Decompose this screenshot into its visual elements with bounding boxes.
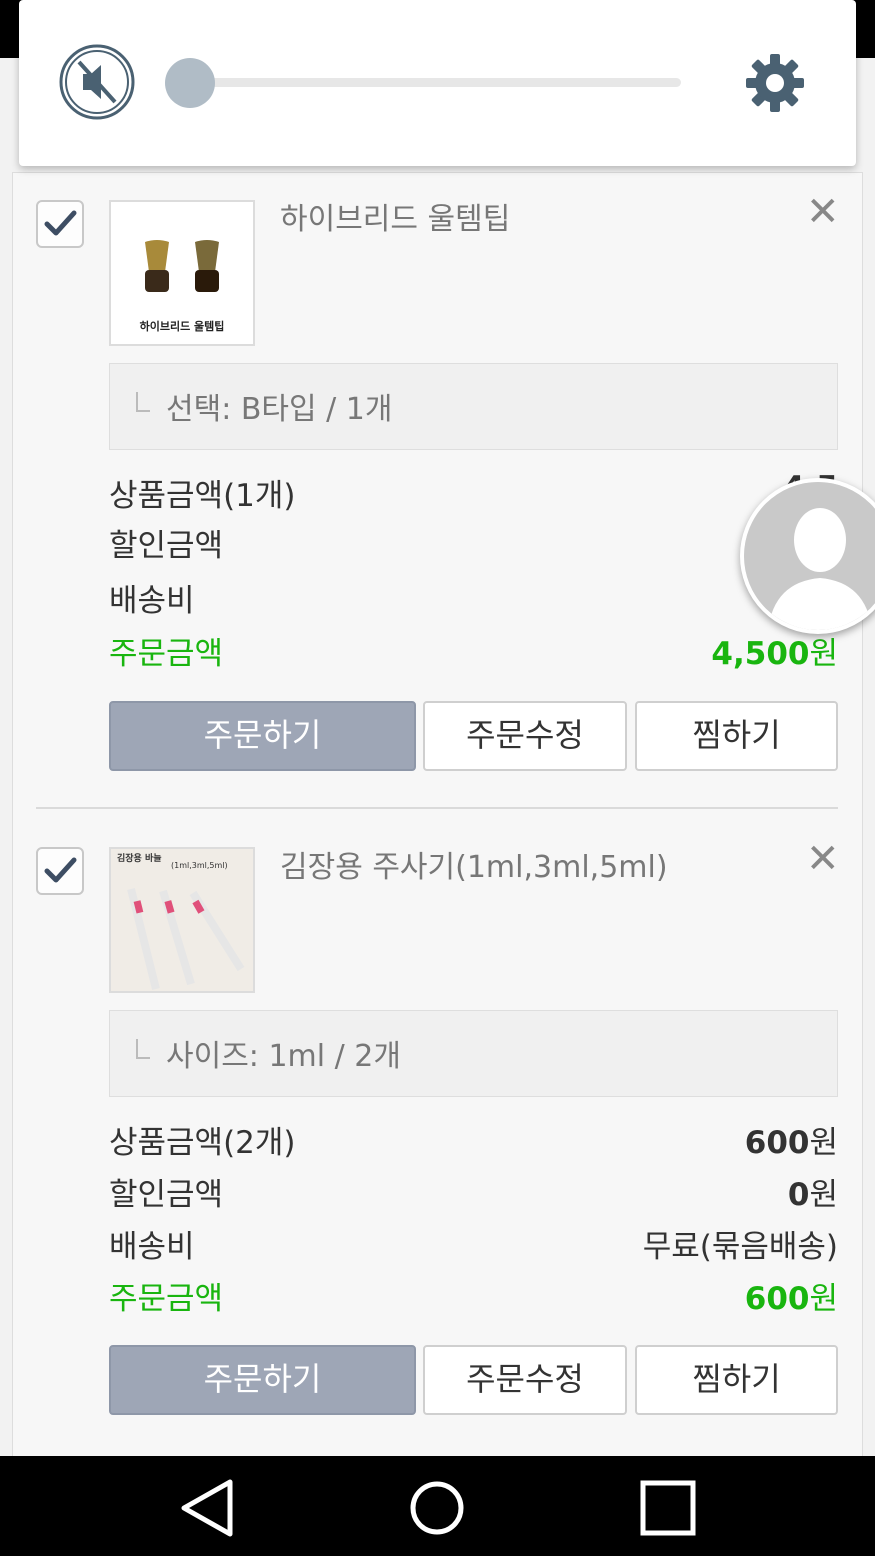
- recents-icon[interactable]: [628, 1476, 708, 1540]
- product-title[interactable]: 김장용 주사기(1ml,3ml,5ml): [280, 842, 668, 886]
- edit-order-button[interactable]: 주문수정: [423, 1345, 627, 1415]
- order-total-label: 주문금액: [109, 636, 224, 672]
- close-icon[interactable]: ✕: [806, 192, 840, 232]
- back-icon[interactable]: [168, 1476, 248, 1540]
- wishlist-button[interactable]: 찜하기: [635, 701, 838, 771]
- volume-slider-thumb[interactable]: [165, 58, 215, 108]
- shipping-label: 배송비: [109, 583, 195, 619]
- product-image[interactable]: 김장용 바늘 (1ml,3ml,5ml): [109, 847, 255, 993]
- discount-row: 할인금액 0원: [109, 1169, 838, 1213]
- checkmark-icon: [44, 210, 77, 236]
- order-total-label: 주문금액: [109, 1281, 224, 1317]
- discount-row: 할인금액: [109, 520, 838, 564]
- order-button[interactable]: 주문하기: [109, 701, 416, 771]
- product-image[interactable]: 하이브리드 울템팁: [109, 200, 255, 346]
- gear-icon[interactable]: [744, 52, 806, 114]
- product-price-row: 상품금액(2개) 600원: [109, 1117, 838, 1161]
- product-price-value: 600원: [744, 1125, 838, 1161]
- option-text: 선택: B타입 / 1개: [166, 392, 393, 427]
- order-button[interactable]: 주문하기: [109, 1345, 416, 1415]
- item-divider: [36, 807, 838, 809]
- option-box: 선택: B타입 / 1개: [109, 363, 838, 450]
- shipping-label: 배송비: [109, 1229, 195, 1265]
- discount-label: 할인금액: [109, 1177, 224, 1213]
- product-price-label: 상품금액(1개): [109, 478, 296, 514]
- order-total-row: 주문금액 4,500원: [109, 628, 838, 672]
- volume-panel: [19, 0, 856, 166]
- checkmark-icon: [44, 857, 77, 883]
- volume-slider-track[interactable]: [189, 78, 681, 87]
- order-total-value: 4,500원: [711, 636, 838, 672]
- wishlist-button[interactable]: 찜하기: [635, 1345, 838, 1415]
- shipping-row: 배송비 무료(묶음배송): [109, 1221, 838, 1265]
- order-total-value: 600원: [744, 1281, 838, 1317]
- product-price-row: 상품금액(1개) 4,5: [109, 470, 838, 514]
- item-checkbox[interactable]: [36, 847, 84, 895]
- option-indent-icon: [136, 392, 150, 412]
- mute-icon[interactable]: [59, 44, 135, 120]
- option-text: 사이즈: 1ml / 2개: [166, 1039, 401, 1074]
- option-indent-icon: [136, 1039, 150, 1059]
- shipping-row: 배송비 3,: [109, 575, 838, 619]
- close-icon[interactable]: ✕: [806, 839, 840, 879]
- navigation-bar: [0, 1456, 875, 1556]
- item-checkbox[interactable]: [36, 200, 84, 248]
- shipping-value: 무료(묶음배송): [642, 1229, 838, 1265]
- product-price-label: 상품금액(2개): [109, 1125, 296, 1161]
- edit-order-button[interactable]: 주문수정: [423, 701, 627, 771]
- discount-label: 할인금액: [109, 528, 224, 564]
- home-icon[interactable]: [397, 1476, 477, 1540]
- option-box: 사이즈: 1ml / 2개: [109, 1010, 838, 1097]
- order-total-row: 주문금액 600원: [109, 1273, 838, 1317]
- product-title[interactable]: 하이브리드 울템팁: [280, 194, 510, 238]
- product-image-caption: 하이브리드 울템팁: [139, 320, 225, 333]
- discount-value: 0원: [787, 1177, 838, 1213]
